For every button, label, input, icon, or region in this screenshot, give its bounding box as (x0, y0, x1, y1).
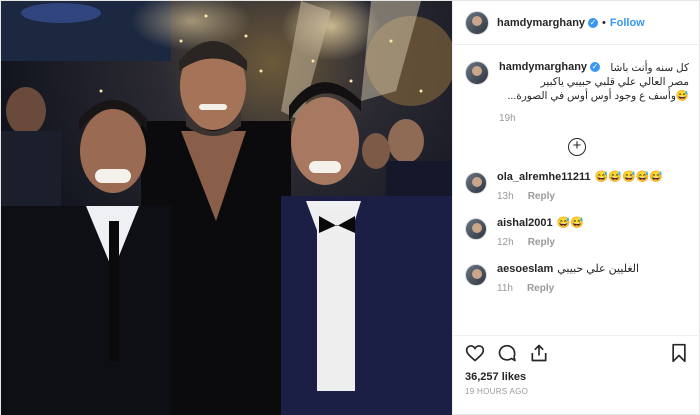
caption: hamdymarghany ✓ كل سنه وأنت باشا مصر العا… (453, 45, 700, 124)
comment-icon[interactable] (497, 343, 517, 363)
heart-icon[interactable] (465, 343, 485, 363)
avatar[interactable] (465, 218, 487, 240)
comments-section: hamdymarghany ✓ كل سنه وأنت باشا مصر العا… (453, 45, 700, 335)
post-sidebar: hamdymarghany ✓ • Follow hamdymarghany ✓ … (452, 1, 700, 415)
comment-item: aesoeslam الغليين علي حبيبي 11h Reply (453, 262, 700, 294)
caption-line-3: 😅وأسف ع وجود أوس أوس في الصورة... (499, 89, 689, 103)
reply-button[interactable]: Reply (527, 283, 554, 294)
caption-emoji: 😅 (675, 90, 689, 102)
party-photo-image (1, 1, 452, 415)
post-photo[interactable] (1, 1, 452, 415)
comment-time[interactable]: 11h (497, 283, 513, 294)
avatar[interactable] (465, 61, 489, 85)
likes-count[interactable]: 36,257 likes (465, 371, 526, 383)
post-header: hamdymarghany ✓ • Follow (453, 1, 700, 45)
caption-username[interactable]: hamdymarghany (499, 61, 587, 73)
verified-badge-icon: ✓ (590, 62, 601, 73)
comment-username[interactable]: aesoeslam (497, 263, 553, 275)
comment-item: aishal2001 😅😅 12h Reply (453, 216, 700, 248)
caption-line-1: كل سنه وأنت باشا (610, 62, 689, 74)
avatar[interactable] (465, 172, 487, 194)
caption-line-2: مصر العالي علي قلبي حبيبي ياكبير (540, 76, 689, 88)
comment-text: 😅😅 (556, 217, 585, 229)
comment-time[interactable]: 13h (497, 191, 514, 202)
instagram-post: hamdymarghany ✓ • Follow hamdymarghany ✓ … (0, 0, 700, 415)
reply-button[interactable]: Reply (528, 191, 555, 202)
comment-item: ola_alremhe11211 😅😅😅😅😅 13h Reply (453, 170, 700, 202)
comment-time[interactable]: 12h (497, 237, 514, 248)
action-bar (453, 335, 700, 369)
share-icon[interactable] (529, 343, 549, 363)
avatar[interactable] (465, 264, 487, 286)
comment-text: الغليين علي حبيبي (557, 263, 640, 275)
follow-button[interactable]: Follow (610, 17, 645, 29)
plus-circle-icon[interactable]: + (568, 138, 586, 156)
comment-text: 😅😅😅😅😅 (594, 171, 664, 183)
post-timestamp[interactable]: 19 HOURS AGO (465, 387, 528, 396)
comment-username[interactable]: aishal2001 (497, 217, 553, 229)
separator-dot: • (602, 16, 606, 29)
reply-button[interactable]: Reply (528, 237, 555, 248)
caption-line-3-text: وأسف ع وجود أوس أوس في الصورة... (507, 90, 676, 102)
header-username[interactable]: hamdymarghany (497, 17, 585, 29)
verified-badge-icon: ✓ (588, 17, 599, 28)
bookmark-icon[interactable] (669, 343, 689, 363)
comment-username[interactable]: ola_alremhe11211 (497, 171, 591, 183)
avatar[interactable] (465, 10, 489, 35)
caption-timestamp[interactable]: 19h (499, 113, 689, 124)
